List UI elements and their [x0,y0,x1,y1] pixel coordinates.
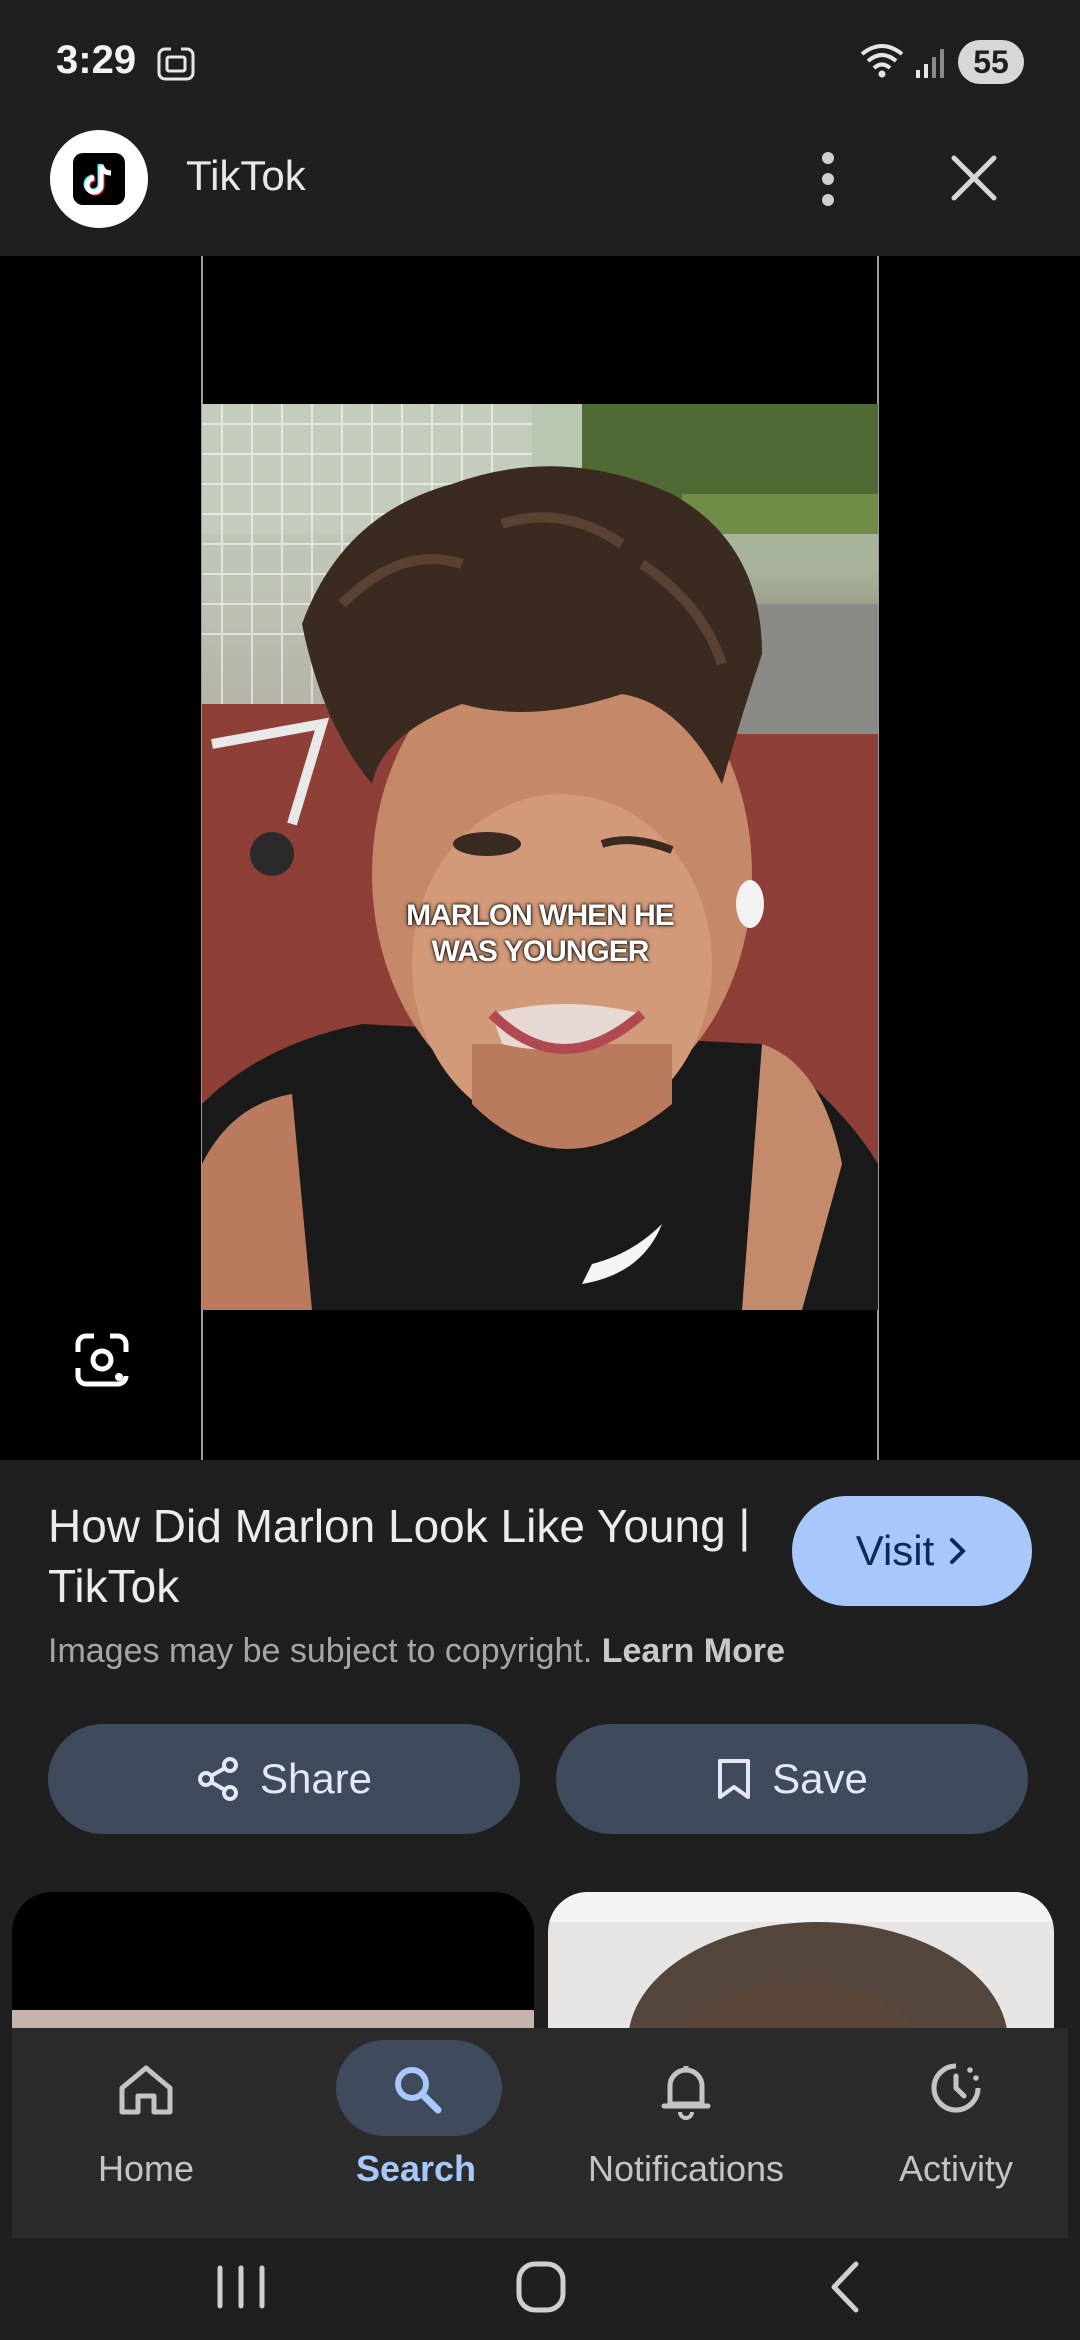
nav-search[interactable]: Search [296,2028,536,2238]
save-label: Save [772,1755,868,1802]
nav-home-label: Home [97,2148,195,2189]
status-time: 3:29 [56,38,137,82]
nav-notifications[interactable]: Notifications [566,2028,806,2238]
bottom-navigation: Home Search Notifications Activity [12,2028,1068,2238]
learn-more-link[interactable]: Learn More [602,1632,785,1670]
nav-search-label: Search [355,2148,477,2189]
home-icon [119,2065,173,2115]
share-label: Share [259,1755,373,1802]
system-navigation-bar [0,2238,1080,2340]
copyright-text: Images may be subject to copyright. [48,1632,593,1670]
bell-icon [661,2066,711,2120]
back-icon[interactable] [800,2252,890,2322]
close-icon[interactable] [944,148,1004,208]
app-screen: 3:29 55 TikTok MARLON WHEN HE WAS YOUNGE… [0,0,1080,2340]
more-options-icon[interactable] [800,144,856,214]
bookmark-icon [718,1759,751,1799]
nav-home[interactable]: Home [26,2028,266,2238]
nav-activity-label: Activity [898,2148,1013,2189]
visit-button[interactable]: Visit [792,1496,1032,1606]
recent-apps-icon[interactable] [196,2252,286,2322]
result-image[interactable]: MARLON WHEN HE WAS YOUNGER [202,404,878,1310]
wifi-icon [860,44,904,78]
caption-line-1: MARLON WHEN HE [406,899,675,932]
battery-badge: 55 [958,40,1024,84]
related-image-thumbnail[interactable] [548,1892,1054,2028]
related-image-thumbnail[interactable] [12,1892,534,2028]
signal-icon [916,49,944,78]
share-button[interactable]: Share [48,1724,520,1834]
save-button[interactable]: Save [556,1724,1028,1834]
nav-activity[interactable]: Activity [836,2028,1076,2238]
tiktok-logo-icon [50,130,148,228]
screenshot-icon [157,44,195,81]
status-bar: 3:29 55 [0,0,1080,124]
activity-icon [931,2063,981,2113]
search-icon [395,2067,442,2114]
app-bar: TikTok [0,124,1080,256]
result-title[interactable]: How Did Marlon Look Like Young | TikTok [48,1496,768,1616]
image-caption: MARLON WHEN HE WAS YOUNGER [202,898,878,970]
chevron-right-icon [950,1538,967,1564]
image-viewer[interactable]: MARLON WHEN HE WAS YOUNGER [0,256,1080,1460]
nav-notifications-label: Notifications [587,2148,785,2189]
copyright-notice: Images may be subject to copyright. Lear… [48,1632,785,1671]
home-button-icon[interactable] [496,2252,586,2322]
caption-line-2: WAS YOUNGER [431,935,650,968]
visit-label: Visit [855,1527,935,1574]
site-name: TikTok [186,152,306,199]
google-lens-icon[interactable] [72,1330,132,1390]
share-icon [197,1757,238,1801]
